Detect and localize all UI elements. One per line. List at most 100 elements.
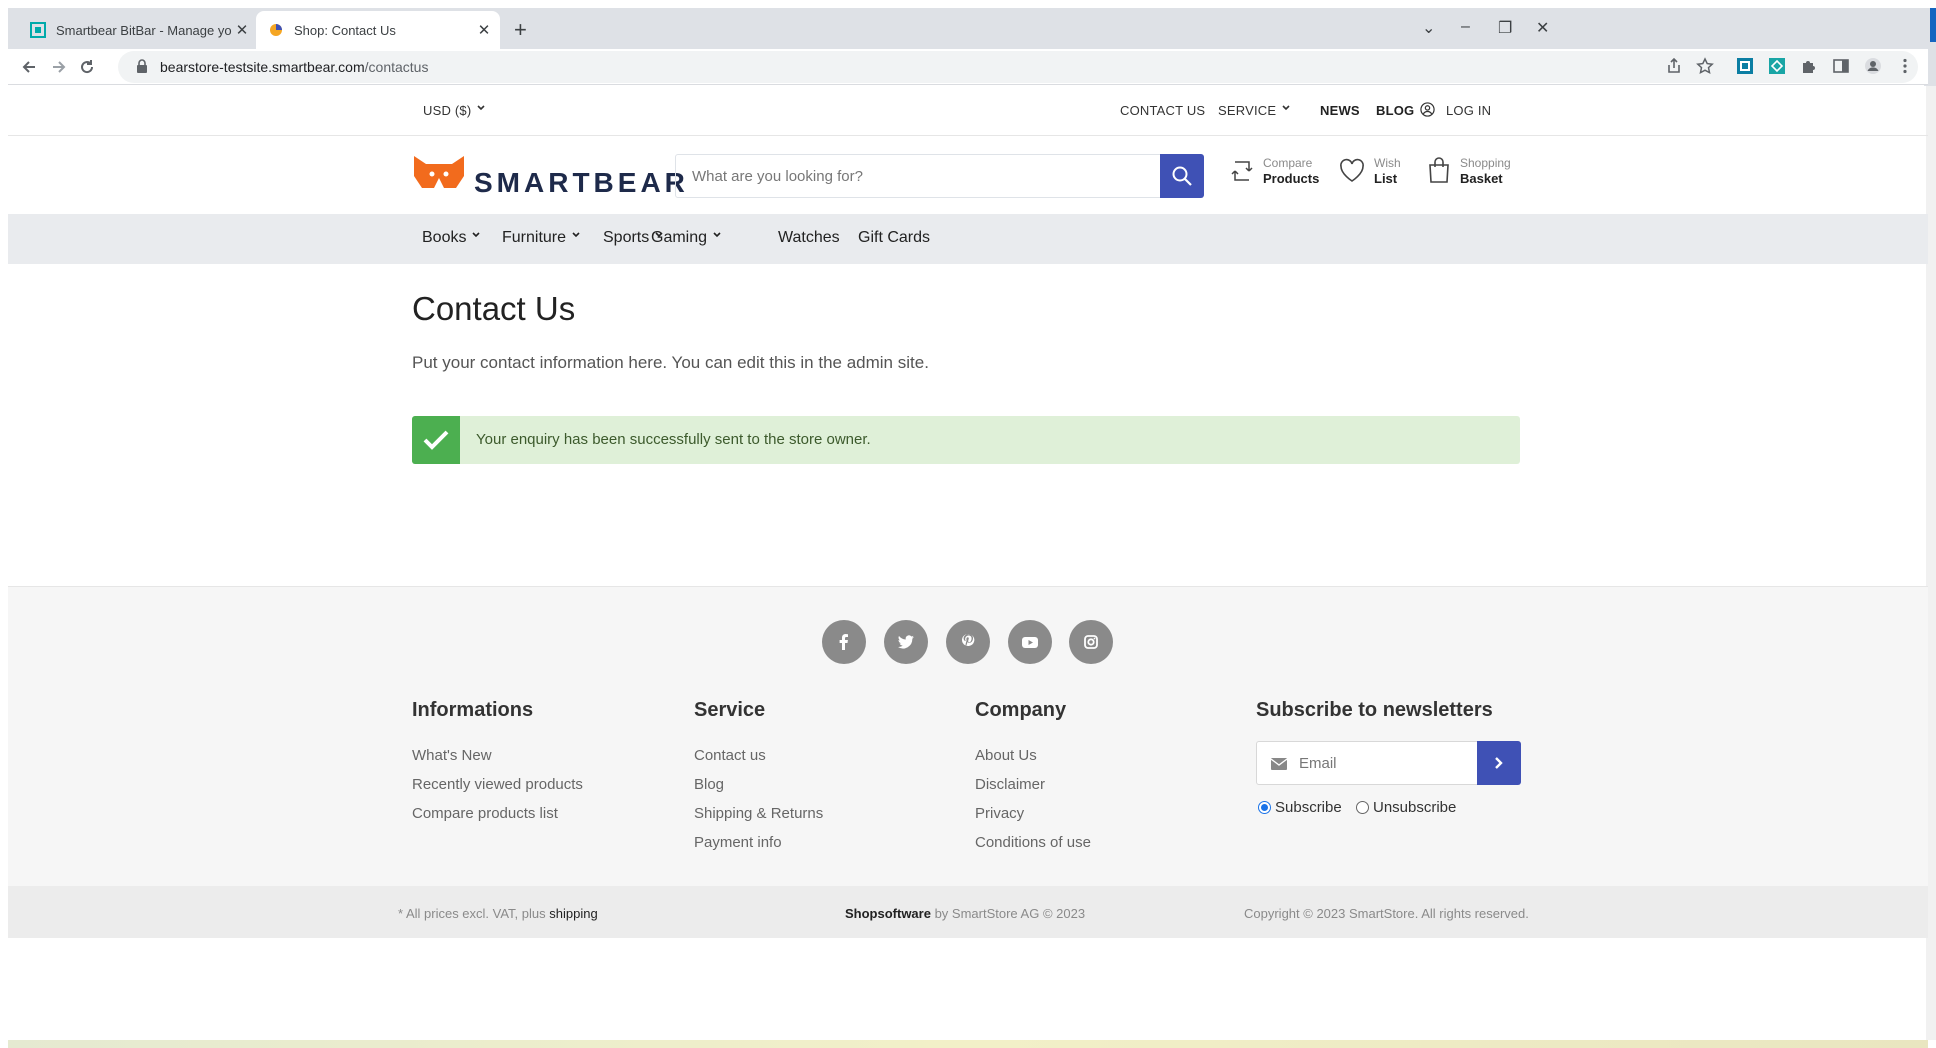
smartbear-logo-icon[interactable] — [412, 156, 466, 188]
url-path: /contactus — [364, 59, 429, 75]
tab-title: Smartbear BitBar - Manage your — [56, 22, 232, 38]
footer-link-contact-us[interactable]: Contact us — [694, 747, 766, 764]
topbar-link-blog[interactable]: BLOG — [1376, 103, 1414, 118]
share-icon[interactable] — [1665, 57, 1683, 75]
kebab-menu-icon[interactable] — [1896, 57, 1914, 75]
unsubscribe-radio-option[interactable]: Unsubscribe — [1356, 799, 1456, 816]
topbar-link-news[interactable]: NEWS — [1320, 103, 1360, 118]
back-arrow-icon[interactable] — [20, 58, 38, 76]
currency-selector[interactable]: USD ($) — [423, 103, 485, 118]
sidepanel-icon[interactable] — [1832, 57, 1850, 75]
search-box[interactable] — [675, 154, 1161, 198]
new-tab-button[interactable]: + — [514, 19, 527, 41]
unsubscribe-radio[interactable] — [1356, 801, 1369, 814]
basket-bottom-label: Basket — [1460, 171, 1503, 186]
puzzle-icon[interactable] — [1800, 57, 1818, 75]
reload-icon[interactable] — [78, 58, 96, 76]
menu-item-watches[interactable]: Watches — [778, 229, 840, 247]
instagram-link[interactable] — [1069, 620, 1113, 664]
chevron-down-icon — [477, 105, 485, 111]
lock-icon[interactable] — [136, 59, 148, 73]
menu-label: Gaming — [651, 229, 708, 246]
tab-search-icon[interactable]: ⌄ — [1422, 18, 1435, 38]
restore-button[interactable]: ❐ — [1498, 18, 1512, 38]
footer-link-about-us[interactable]: About Us — [975, 747, 1037, 764]
menu-item-gift-cards[interactable]: Gift Cards — [858, 229, 930, 247]
address-bar[interactable]: bearstore-testsite.smartbear.com/contact… — [118, 51, 1918, 83]
compare-icon — [1231, 161, 1253, 181]
extension-icon[interactable] — [1736, 57, 1754, 75]
footer-link-conditions[interactable]: Conditions of use — [975, 834, 1091, 851]
close-tab-icon[interactable]: ✕ — [232, 21, 252, 39]
shopsoftware-link[interactable]: Shopsoftware — [845, 906, 931, 921]
powered-by-text: by SmartStore AG © 2023 — [930, 906, 1086, 921]
footer-link-shipping[interactable]: Shipping & Returns — [694, 805, 823, 822]
success-icon-box — [412, 416, 460, 464]
search-button[interactable] — [1160, 154, 1204, 198]
footer-link-payment[interactable]: Payment info — [694, 834, 782, 851]
success-alert: Your enquiry has been successfully sent … — [412, 416, 1520, 464]
footer-col-title-company: Company — [975, 699, 1067, 721]
subscribe-radio-option[interactable]: Subscribe — [1258, 799, 1342, 816]
subscribe-radio[interactable] — [1258, 801, 1271, 814]
topbar-link-service[interactable]: SERVICE — [1218, 103, 1290, 118]
close-tab-icon[interactable]: ✕ — [474, 21, 494, 39]
smartstore-favicon-icon — [270, 24, 282, 36]
browser-tab-contact[interactable]: Shop: Contact Us ✕ — [256, 11, 500, 49]
footer-link-blog[interactable]: Blog — [694, 776, 724, 793]
menu-label: Books — [422, 229, 467, 246]
youtube-link[interactable] — [1008, 620, 1052, 664]
instagram-icon — [1084, 635, 1098, 649]
newsletter-email-box[interactable] — [1256, 741, 1478, 785]
browser-tab-strip: Smartbear BitBar - Manage your ✕ Shop: C… — [8, 8, 1928, 49]
footer-link-disclaimer[interactable]: Disclaimer — [975, 776, 1045, 793]
url-text[interactable]: bearstore-testsite.smartbear.com/contact… — [160, 59, 428, 75]
menu-label: Sports — [603, 229, 650, 246]
minimize-button[interactable]: – — [1461, 18, 1470, 36]
footer-link-whats-new[interactable]: What's New — [412, 747, 492, 764]
shipping-link[interactable]: shipping — [549, 906, 597, 921]
facebook-link[interactable] — [822, 620, 866, 664]
footer-link-privacy[interactable]: Privacy — [975, 805, 1024, 822]
topbar-link-login[interactable]: LOG IN — [1420, 102, 1491, 118]
user-circle-icon — [1420, 102, 1435, 117]
browser-toolbar: bearstore-testsite.smartbear.com/contact… — [8, 49, 1928, 85]
main-menu: Books Furniture Sports Gaming Watches Gi… — [8, 214, 1928, 264]
menu-item-gaming[interactable]: Gaming — [651, 229, 721, 247]
alert-message: Your enquiry has been successfully sent … — [476, 431, 871, 448]
search-icon — [1172, 166, 1192, 186]
service-label: SERVICE — [1218, 103, 1277, 118]
topbar-link-contact-us[interactable]: CONTACT US — [1120, 103, 1205, 118]
page-intro: Put your contact information here. You c… — [412, 353, 929, 372]
newsletter-submit-button[interactable] — [1477, 741, 1521, 785]
profile-icon[interactable] — [1864, 57, 1882, 75]
pinterest-link[interactable] — [946, 620, 990, 664]
menu-item-books[interactable]: Books — [422, 229, 481, 247]
twitter-link[interactable] — [884, 620, 928, 664]
close-window-button[interactable]: ✕ — [1536, 18, 1549, 38]
basket-link[interactable]: Shopping Basket — [1426, 156, 1526, 198]
star-icon[interactable] — [1696, 57, 1714, 75]
footer-col-title-informations: Informations — [412, 699, 534, 721]
menu-item-furniture[interactable]: Furniture — [502, 229, 580, 247]
chevron-down-icon — [1282, 105, 1290, 111]
search-input[interactable] — [676, 155, 1160, 197]
checkmark-icon — [423, 430, 449, 450]
subscribe-label: Subscribe — [1275, 799, 1342, 816]
browser-tab-bitbar[interactable]: Smartbear BitBar - Manage your ✕ — [18, 11, 258, 49]
extension-icon[interactable] — [1768, 57, 1786, 75]
chevron-right-icon — [1495, 757, 1503, 769]
powered-by: Shopsoftware by SmartStore AG © 2023 — [845, 906, 1085, 921]
footer-bottom-bar: * All prices excl. VAT, plus shipping Sh… — [8, 886, 1928, 938]
footer-link-recently-viewed[interactable]: Recently viewed products — [412, 776, 583, 793]
logo-text[interactable]: SMARTBEAR — [474, 167, 689, 199]
newsletter-email-input[interactable] — [1299, 742, 1469, 784]
footer-link-compare-list[interactable]: Compare products list — [412, 805, 558, 822]
tab-title: Shop: Contact Us — [294, 22, 396, 38]
url-host: bearstore-testsite.smartbear.com — [160, 59, 365, 75]
scrollbar-thumb[interactable] — [1928, 86, 1934, 1040]
wishlist-link[interactable]: Wish List — [1338, 156, 1408, 198]
forward-arrow-icon[interactable] — [50, 58, 68, 76]
compare-products-link[interactable]: Compare Products — [1229, 156, 1329, 198]
envelope-icon — [1271, 758, 1287, 770]
